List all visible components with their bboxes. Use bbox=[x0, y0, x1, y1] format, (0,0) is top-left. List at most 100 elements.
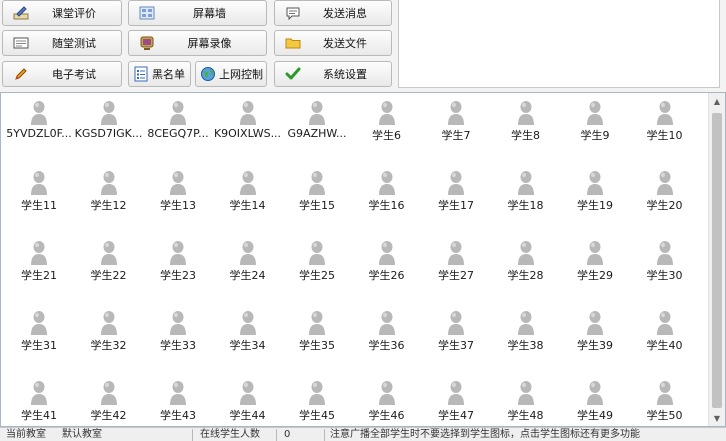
student-item[interactable]: 学生28 bbox=[491, 240, 561, 292]
student-avatar-icon bbox=[309, 171, 325, 195]
scrollbar-thumb[interactable] bbox=[712, 113, 722, 408]
student-name: 学生49 bbox=[577, 409, 613, 422]
student-item[interactable]: 学生23 bbox=[143, 240, 213, 292]
student-avatar-icon bbox=[587, 311, 603, 335]
message-bubble-icon bbox=[285, 5, 301, 21]
student-avatar-icon bbox=[309, 381, 325, 405]
student-item[interactable]: 学生19 bbox=[560, 170, 630, 222]
test-paper-icon bbox=[13, 35, 29, 51]
student-item[interactable]: 学生8 bbox=[491, 100, 561, 152]
student-item[interactable]: 学生41 bbox=[4, 380, 74, 426]
student-item[interactable]: 学生27 bbox=[421, 240, 491, 292]
student-item[interactable]: 学生17 bbox=[421, 170, 491, 222]
student-item[interactable]: K9OIXLWS... bbox=[213, 100, 283, 152]
student-name: 学生17 bbox=[438, 199, 474, 212]
list-icon bbox=[133, 66, 149, 82]
student-item[interactable]: 学生22 bbox=[74, 240, 144, 292]
student-item[interactable]: 学生7 bbox=[421, 100, 491, 152]
student-item[interactable]: 8CEGQ7P... bbox=[143, 100, 213, 152]
student-item[interactable]: 学生13 bbox=[143, 170, 213, 222]
student-item[interactable]: 学生45 bbox=[282, 380, 352, 426]
student-item[interactable]: 学生26 bbox=[352, 240, 422, 292]
student-item[interactable]: 学生12 bbox=[74, 170, 144, 222]
student-avatar-icon bbox=[100, 241, 117, 265]
student-item[interactable]: 学生6 bbox=[352, 100, 422, 152]
student-item[interactable]: 学生35 bbox=[282, 310, 352, 362]
student-name: 学生25 bbox=[299, 269, 335, 282]
scroll-up-icon[interactable]: ▲ bbox=[709, 93, 725, 109]
blacklist-button[interactable]: 黑名单 bbox=[128, 61, 191, 87]
student-name: 学生45 bbox=[299, 409, 335, 422]
student-item[interactable]: 学生36 bbox=[352, 310, 422, 362]
student-name: 学生42 bbox=[90, 409, 127, 422]
screen-wall-icon bbox=[139, 5, 155, 21]
student-item[interactable]: 学生20 bbox=[630, 170, 700, 222]
class-evaluation-label: 课堂评价 bbox=[52, 7, 96, 20]
student-item[interactable]: 学生15 bbox=[282, 170, 352, 222]
student-avatar-icon bbox=[239, 101, 256, 125]
student-item[interactable]: 学生31 bbox=[4, 310, 74, 362]
student-item[interactable]: 学生50 bbox=[630, 380, 700, 426]
send-file-button[interactable]: 发送文件 bbox=[274, 30, 392, 56]
student-item[interactable]: 学生21 bbox=[4, 240, 74, 292]
student-item[interactable]: 学生30 bbox=[630, 240, 700, 292]
student-avatar-icon bbox=[517, 311, 534, 335]
send-file-label: 发送文件 bbox=[323, 37, 367, 50]
student-avatar-icon bbox=[239, 171, 256, 195]
student-item[interactable]: 学生42 bbox=[74, 380, 144, 426]
student-avatar-icon bbox=[309, 241, 325, 265]
student-item[interactable]: 学生9 bbox=[560, 100, 630, 152]
student-item[interactable]: 学生33 bbox=[143, 310, 213, 362]
student-avatar-icon bbox=[656, 171, 673, 195]
send-message-button[interactable]: 发送消息 bbox=[274, 0, 392, 26]
student-item[interactable]: 学生24 bbox=[213, 240, 283, 292]
student-name: K9OIXLWS... bbox=[213, 127, 282, 140]
student-item[interactable]: 学生34 bbox=[213, 310, 283, 362]
class-evaluation-button[interactable]: 课堂评价 bbox=[2, 0, 122, 26]
student-item[interactable]: 学生37 bbox=[421, 310, 491, 362]
electronic-exam-button[interactable]: 电子考试 bbox=[2, 61, 122, 87]
student-item[interactable]: 学生29 bbox=[560, 240, 630, 292]
quiz-button[interactable]: 随堂测试 bbox=[2, 30, 122, 56]
vertical-scrollbar[interactable]: ▲ ▼ bbox=[708, 93, 725, 426]
student-item[interactable]: 学生48 bbox=[491, 380, 561, 426]
student-avatar-icon bbox=[100, 101, 117, 125]
student-item[interactable]: 学生32 bbox=[74, 310, 144, 362]
student-item[interactable]: 学生39 bbox=[560, 310, 630, 362]
student-item[interactable]: 学生18 bbox=[491, 170, 561, 222]
student-item[interactable]: 学生46 bbox=[352, 380, 422, 426]
student-item[interactable]: 学生16 bbox=[352, 170, 422, 222]
student-item[interactable]: 学生14 bbox=[213, 170, 283, 222]
student-item[interactable]: 学生49 bbox=[560, 380, 630, 426]
student-avatar-icon bbox=[378, 381, 395, 405]
student-avatar-icon bbox=[378, 101, 395, 125]
student-avatar-icon bbox=[100, 311, 117, 335]
student-avatar-icon bbox=[239, 381, 256, 405]
student-name: 学生44 bbox=[229, 409, 266, 422]
student-name: 学生11 bbox=[21, 199, 57, 212]
internet-control-button[interactable]: 上网控制 bbox=[195, 61, 267, 87]
send-message-label: 发送消息 bbox=[323, 7, 367, 20]
student-item[interactable]: 学生47 bbox=[421, 380, 491, 426]
screen-wall-button[interactable]: 屏幕墙 bbox=[128, 0, 267, 26]
screen-record-icon bbox=[139, 35, 155, 51]
student-avatar-icon bbox=[378, 171, 395, 195]
scroll-down-icon[interactable]: ▼ bbox=[709, 410, 725, 426]
student-item[interactable]: 学生43 bbox=[143, 380, 213, 426]
status-tip: 注意广播全部学生时不要选择到学生图标，点击学生图标还有更多功能 bbox=[330, 429, 640, 440]
student-item[interactable]: 学生11 bbox=[4, 170, 74, 222]
student-item[interactable]: 学生44 bbox=[213, 380, 283, 426]
student-name: 学生10 bbox=[646, 129, 683, 142]
student-avatar-icon bbox=[378, 311, 395, 335]
student-name: 学生33 bbox=[160, 339, 196, 352]
student-item[interactable]: G9AZHW... bbox=[282, 100, 352, 152]
screen-record-button[interactable]: 屏幕录像 bbox=[128, 30, 267, 56]
system-settings-button[interactable]: 系统设置 bbox=[274, 61, 392, 87]
student-item[interactable]: 学生40 bbox=[630, 310, 700, 362]
student-item[interactable]: 学生10 bbox=[630, 100, 700, 152]
student-item[interactable]: 5YVDZL0F... bbox=[4, 100, 74, 152]
globe-icon bbox=[200, 66, 216, 82]
student-item[interactable]: KGSD7IGK... bbox=[74, 100, 144, 152]
student-item[interactable]: 学生25 bbox=[282, 240, 352, 292]
student-item[interactable]: 学生38 bbox=[491, 310, 561, 362]
